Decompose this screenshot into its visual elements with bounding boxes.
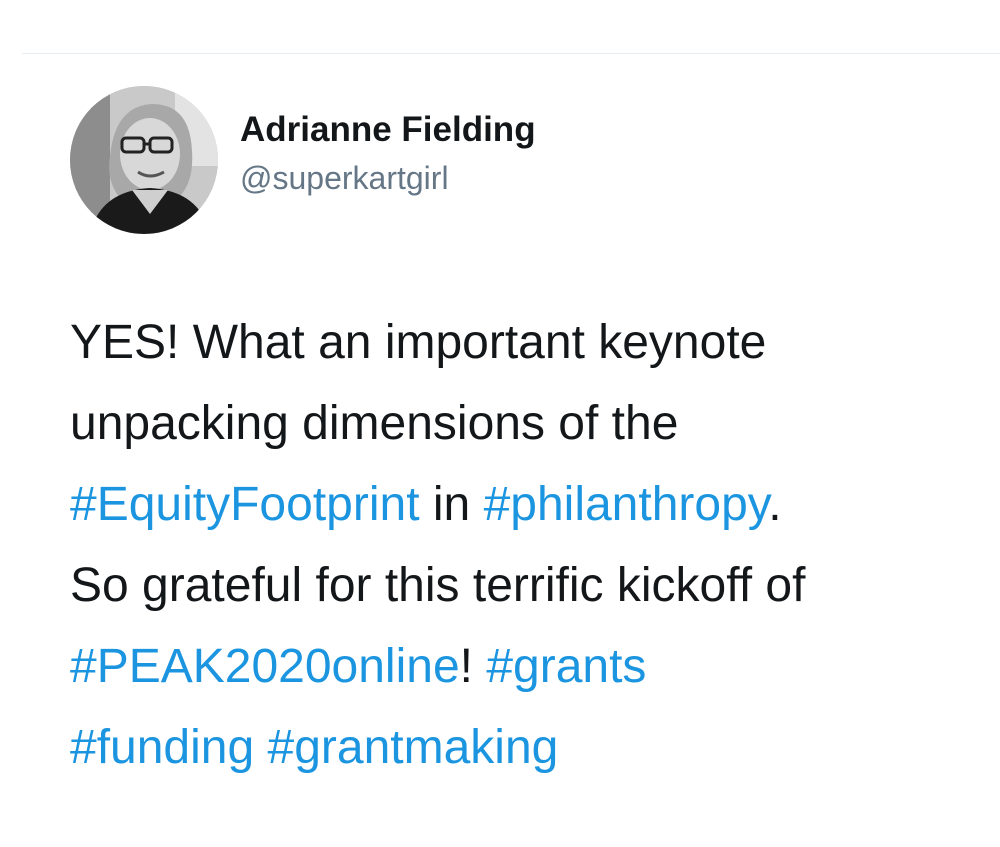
tweet-text-segment: in <box>419 478 484 531</box>
avatar-photo <box>70 86 218 234</box>
tweet-text-line: #PEAK2020online! #grants <box>70 626 980 707</box>
hashtag-link[interactable]: #funding <box>70 721 254 774</box>
tweet-text-line: #EquityFootprint in #philanthropy. <box>70 464 980 545</box>
avatar[interactable] <box>70 86 218 234</box>
tweet-text: YES! What an important keynote unpacking … <box>70 302 980 788</box>
hashtag-link[interactable]: #grants <box>486 640 646 693</box>
tweet-card: Adrianne Fielding @superkartgirl YES! Wh… <box>0 0 1000 847</box>
tweet-text-line: unpacking dimensions of the <box>70 383 980 464</box>
tweet-text-line: So grateful for this terrific kickoff of <box>70 545 980 626</box>
tweet-text-segment: . <box>768 478 782 531</box>
display-name[interactable]: Adrianne Fielding <box>240 106 536 154</box>
tweet-text-segment: So grateful for this terrific kickoff of <box>70 559 806 612</box>
author-info[interactable]: Adrianne Fielding @superkartgirl <box>240 106 536 200</box>
user-handle[interactable]: @superkartgirl <box>240 156 536 200</box>
tweet-text-segment: unpacking dimensions of the <box>70 397 679 450</box>
tweet-text-line: YES! What an important keynote <box>70 302 980 383</box>
hashtag-link[interactable]: #grantmaking <box>268 721 559 774</box>
tweet-text-segment <box>254 721 267 774</box>
tweet-text-segment: YES! What an important keynote <box>70 316 767 369</box>
hashtag-link[interactable]: #philanthropy <box>484 478 769 531</box>
hashtag-link[interactable]: #EquityFootprint <box>70 478 420 531</box>
tweet-text-segment: ! <box>459 640 487 693</box>
tweet-text-line: #funding #grantmaking <box>70 707 980 788</box>
hashtag-link[interactable]: #PEAK2020online <box>70 640 460 693</box>
